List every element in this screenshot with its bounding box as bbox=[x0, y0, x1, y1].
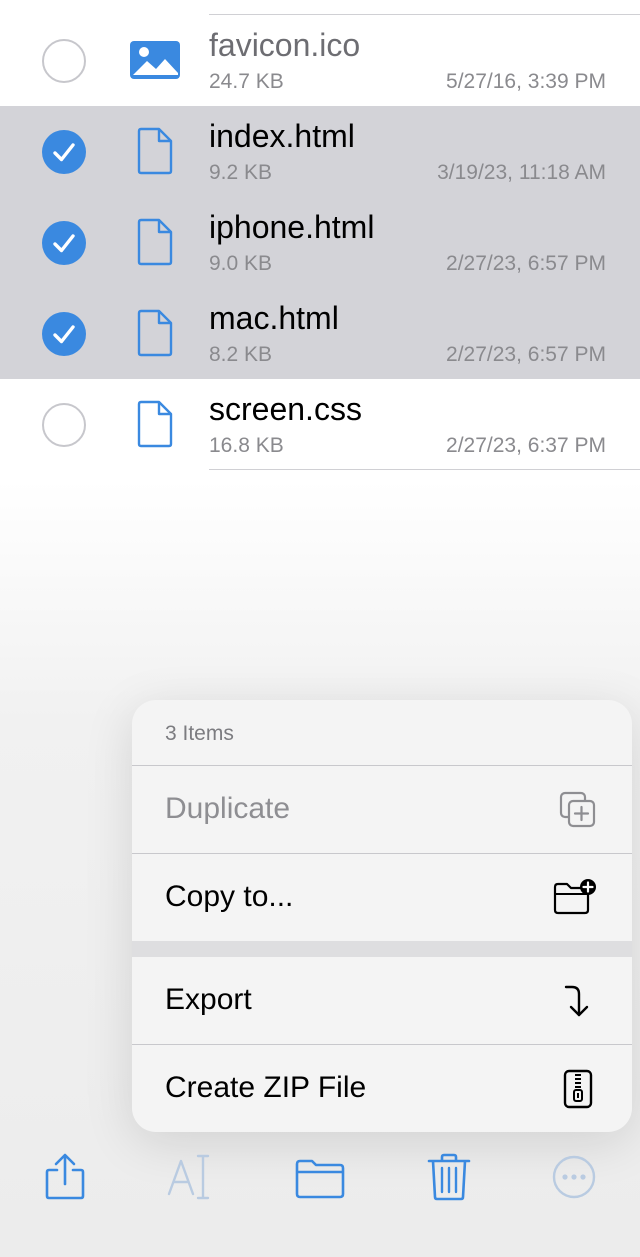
bottom-toolbar bbox=[0, 1140, 640, 1220]
selection-checkmark[interactable] bbox=[42, 312, 86, 356]
selection-circle[interactable] bbox=[42, 403, 86, 447]
file-name: favicon.ico bbox=[209, 27, 361, 63]
file-date: 2/27/23, 6:57 PM bbox=[446, 252, 606, 275]
file-size: 16.8 KB bbox=[209, 434, 284, 457]
file-size: 9.0 KB bbox=[209, 252, 273, 275]
menu-section-gap bbox=[132, 941, 632, 957]
document-icon bbox=[137, 309, 173, 357]
document-icon bbox=[137, 127, 173, 175]
folder-add-icon bbox=[553, 879, 596, 915]
checkmark-icon bbox=[53, 143, 75, 162]
copy-to-menu-item[interactable]: Copy to... bbox=[132, 854, 632, 942]
folder-icon[interactable] bbox=[294, 1152, 346, 1202]
file-date: 2/27/23, 6:37 PM bbox=[446, 434, 606, 457]
duplicate-menu-item[interactable]: Duplicate bbox=[132, 766, 632, 854]
export-arrow-icon bbox=[564, 985, 589, 1017]
duplicate-icon bbox=[559, 791, 596, 828]
file-name: mac.html bbox=[209, 300, 339, 336]
document-icon bbox=[137, 218, 173, 266]
checkmark-icon bbox=[53, 234, 75, 253]
file-date: 5/27/16, 3:39 PM bbox=[446, 70, 606, 93]
zip-file-icon bbox=[563, 1069, 593, 1109]
file-size: 8.2 KB bbox=[209, 343, 273, 366]
selection-checkmark[interactable] bbox=[42, 221, 86, 265]
row-separator bbox=[209, 469, 640, 470]
file-date: 2/27/23, 6:57 PM bbox=[446, 343, 606, 366]
document-icon bbox=[137, 400, 173, 448]
trash-icon[interactable] bbox=[426, 1152, 472, 1202]
file-name: screen.css bbox=[209, 391, 362, 427]
file-size: 9.2 KB bbox=[209, 161, 273, 184]
file-name: index.html bbox=[209, 118, 355, 154]
file-size: 24.7 KB bbox=[209, 70, 284, 93]
menu-item-label: Copy to... bbox=[165, 880, 294, 913]
share-icon[interactable] bbox=[42, 1152, 88, 1202]
file-row-iphone[interactable]: iphone.html 9.0 KB 2/27/23, 6:57 PM bbox=[0, 197, 640, 288]
file-row-mac[interactable]: mac.html 8.2 KB 2/27/23, 6:57 PM bbox=[0, 288, 640, 379]
more-icon[interactable] bbox=[551, 1152, 597, 1202]
selection-circle[interactable] bbox=[42, 39, 86, 83]
menu-item-label: Export bbox=[165, 983, 252, 1016]
file-date: 3/19/23, 11:18 AM bbox=[437, 161, 606, 184]
context-menu: 3 Items Duplicate Copy to... Export Crea… bbox=[132, 700, 632, 1132]
rename-icon[interactable] bbox=[166, 1152, 214, 1202]
file-name: iphone.html bbox=[209, 209, 375, 245]
menu-header: 3 Items bbox=[165, 722, 234, 745]
file-row-screen[interactable]: screen.css 16.8 KB 2/27/23, 6:37 PM bbox=[0, 379, 640, 470]
menu-item-label: Create ZIP File bbox=[165, 1071, 367, 1104]
create-zip-menu-item[interactable]: Create ZIP File bbox=[132, 1045, 632, 1132]
export-menu-item[interactable]: Export bbox=[132, 957, 632, 1045]
file-row-favicon[interactable]: favicon.ico 24.7 KB 5/27/16, 3:39 PM bbox=[0, 15, 640, 106]
file-row-index[interactable]: index.html 9.2 KB 3/19/23, 11:18 AM bbox=[0, 106, 640, 197]
selection-checkmark[interactable] bbox=[42, 130, 86, 174]
image-icon bbox=[130, 41, 180, 79]
checkmark-icon bbox=[53, 325, 75, 344]
menu-item-label: Duplicate bbox=[165, 792, 291, 825]
